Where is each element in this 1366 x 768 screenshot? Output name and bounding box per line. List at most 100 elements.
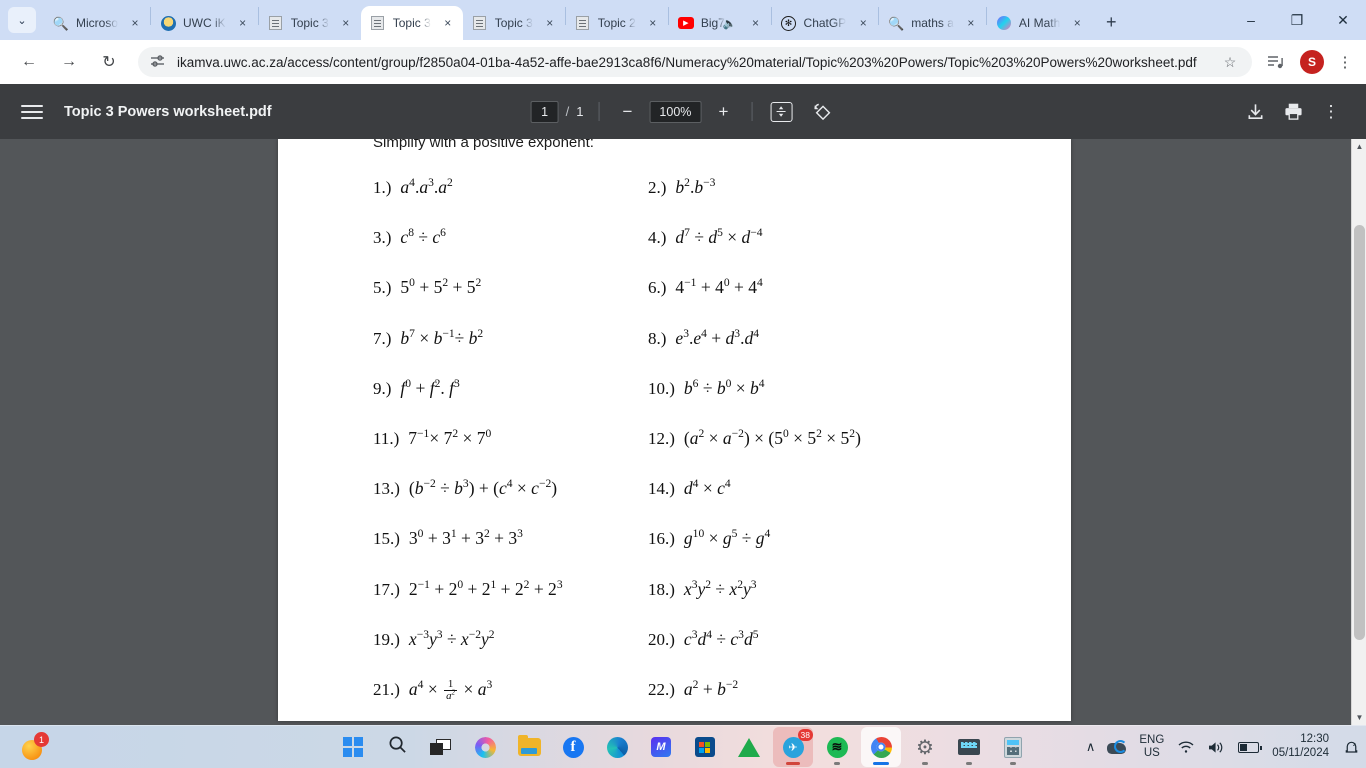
zoom-out-button[interactable]: − xyxy=(614,99,640,125)
address-bar[interactable]: ikamva.uwc.ac.za/access/content/group/f2… xyxy=(138,47,1252,77)
question-item: 14.) d4 × c4 xyxy=(618,478,731,499)
language-line-1: ENG xyxy=(1139,734,1165,747)
reload-button[interactable]: ↻ xyxy=(92,45,126,79)
onedrive-button[interactable] xyxy=(1101,729,1132,765)
question-number: 6.) xyxy=(648,278,667,298)
search-icon: 🔍 xyxy=(888,15,905,31)
question-row: 3.) c8 ÷ c6 4.) d7 ÷ d5 × d−4 xyxy=(278,227,1071,277)
tab-close-icon[interactable]: × xyxy=(962,14,980,32)
green-triangle-app-button[interactable] xyxy=(729,727,769,767)
browser-tab[interactable]: AI Math × xyxy=(987,6,1092,40)
telegram-button[interactable]: ✈ 38 xyxy=(773,727,813,767)
new-tab-button[interactable]: + xyxy=(1096,7,1126,37)
tab-close-icon[interactable]: × xyxy=(1068,14,1086,32)
gear-icon: ⚙ xyxy=(916,736,934,759)
tab-close-icon[interactable]: × xyxy=(439,14,457,32)
language-indicator[interactable]: ENG US xyxy=(1132,734,1171,760)
tab-list-chevron-icon[interactable]: ⌄ xyxy=(8,7,36,33)
clock-time: 12:30 xyxy=(1300,733,1329,746)
question-row: 11.) 7−1× 72 × 70 12.) (a2 × a−2) × (50 × 5… xyxy=(278,428,1071,478)
browser-tab[interactable]: Topic 3 × xyxy=(463,6,565,40)
calculator-button[interactable] xyxy=(993,727,1033,767)
spotify-button[interactable]: ≋ xyxy=(817,727,857,767)
maximize-button[interactable]: ❐ xyxy=(1274,3,1320,37)
microsoft-store-button[interactable] xyxy=(685,727,725,767)
scroll-down-arrow-icon[interactable]: ▼ xyxy=(1352,710,1366,725)
copilot-button[interactable] xyxy=(465,727,505,767)
tab-close-icon[interactable]: × xyxy=(644,14,662,32)
print-icon[interactable] xyxy=(1274,93,1312,131)
scrollbar-thumb[interactable] xyxy=(1354,225,1365,640)
start-button[interactable] xyxy=(333,727,373,767)
tab-close-icon[interactable]: × xyxy=(126,14,144,32)
tab-close-icon[interactable]: × xyxy=(854,14,872,32)
notification-bubble[interactable]: 1 xyxy=(22,732,49,760)
battery-icon xyxy=(1238,741,1263,753)
page-scrollbar[interactable]: ▲ ▼ xyxy=(1351,139,1366,725)
browser-tab[interactable]: 🔍 Microso × xyxy=(44,6,150,40)
tab-close-icon[interactable]: × xyxy=(337,14,355,32)
url-text[interactable]: ikamva.uwc.ac.za/access/content/group/f2… xyxy=(177,55,1220,70)
tray-overflow-button[interactable]: ∧ xyxy=(1080,729,1102,765)
browser-tab[interactable]: Topic 2 × xyxy=(566,6,668,40)
tab-close-icon[interactable]: × xyxy=(747,14,765,32)
microsoft-edge-button[interactable] xyxy=(597,727,637,767)
tab-close-icon[interactable]: × xyxy=(541,14,559,32)
question-row: 9.) f0 + f2. f3 10.) b6 ÷ b0 × b4 xyxy=(278,378,1071,428)
folder-icon xyxy=(517,735,541,756)
minimize-button[interactable]: – xyxy=(1228,3,1274,37)
volume-button[interactable] xyxy=(1201,729,1232,765)
question-row: 19.) x−3y3 ÷ x−2y2 20.) c3d4 ÷ c3d5 xyxy=(278,629,1071,679)
bookmark-star-icon[interactable]: ☆ xyxy=(1220,54,1240,71)
google-chrome-button[interactable] xyxy=(861,727,901,767)
browser-tab[interactable]: UWC iK × xyxy=(151,6,258,40)
reading-list-icon[interactable] xyxy=(1260,46,1292,78)
battery-button[interactable] xyxy=(1232,729,1265,765)
site-settings-icon[interactable] xyxy=(150,54,167,71)
browser-menu-icon[interactable]: ⋮ xyxy=(1330,46,1360,78)
browser-tab[interactable]: Topic 3 × xyxy=(259,6,361,40)
zoom-level-value[interactable]: 100% xyxy=(649,100,702,123)
facebook-button[interactable]: f xyxy=(553,727,593,767)
scroll-up-arrow-icon[interactable]: ▲ xyxy=(1352,139,1366,154)
violet-app-button[interactable]: M xyxy=(641,727,681,767)
task-view-button[interactable] xyxy=(421,727,461,767)
keyboard-app-button[interactable] xyxy=(949,727,989,767)
question-number: 18.) xyxy=(648,579,675,599)
profile-avatar[interactable]: S xyxy=(1300,50,1324,74)
uwc-icon xyxy=(160,15,176,31)
back-button[interactable]: ← xyxy=(12,45,46,79)
tab-mute-icon[interactable]: 🔈 xyxy=(723,17,737,30)
question-item: 6.) 4−1 + 40 + 44 xyxy=(618,277,763,298)
browser-tab[interactable]: ▶ Big7 🔈 × xyxy=(669,6,771,40)
clock[interactable]: 12:30 05/11/2024 xyxy=(1265,733,1336,761)
tab-title: UWC iK xyxy=(183,16,226,30)
question-item: 3.) c8 ÷ c6 xyxy=(278,227,618,248)
file-explorer-button[interactable] xyxy=(509,727,549,767)
close-window-button[interactable]: ✕ xyxy=(1320,3,1366,37)
pdf-more-options-icon[interactable]: ⋮ xyxy=(1312,93,1350,131)
sidebar-toggle-icon[interactable] xyxy=(21,101,43,123)
browser-tab[interactable]: 🔍 maths a × xyxy=(879,6,986,40)
browser-tab[interactable]: ✻ ChatGP × xyxy=(772,6,879,40)
question-expression: b7 × b−1÷ b2 xyxy=(400,327,484,348)
pdf-page-and-zoom-controls: 1 / 1 − 100% + xyxy=(530,99,836,125)
zoom-in-button[interactable]: + xyxy=(710,99,736,125)
notifications-button[interactable]: z xyxy=(1336,729,1366,765)
browser-tab-active[interactable]: Topic 3 × xyxy=(360,6,463,40)
download-icon[interactable] xyxy=(1236,93,1274,131)
calculator-icon xyxy=(1004,736,1022,758)
rotate-counterclockwise-icon[interactable] xyxy=(809,99,835,125)
tab-close-icon[interactable]: × xyxy=(234,14,252,32)
forward-button[interactable]: → xyxy=(52,45,86,79)
question-number: 21.) xyxy=(373,679,400,699)
page-number-input[interactable]: 1 xyxy=(530,100,559,123)
wifi-button[interactable] xyxy=(1171,729,1201,765)
pdf-document-viewport[interactable]: Simplify with a positive exponent: 1.) a4… xyxy=(0,139,1366,725)
screen: ⌄ 🔍 Microso × UWC iK × Topic 3 × Topic 3 × Topic … xyxy=(0,0,1366,768)
taskbar-search-button[interactable] xyxy=(377,727,417,767)
browser-toolbar: ← → ↻ ikamva.uwc.ac.za/access/content/gr… xyxy=(0,40,1366,84)
question-row: 21.) a4 × 1 a2 × a3 22.) a2 + b−2 xyxy=(278,678,1071,725)
fit-to-page-icon[interactable] xyxy=(770,101,793,122)
settings-button[interactable]: ⚙ xyxy=(905,727,945,767)
